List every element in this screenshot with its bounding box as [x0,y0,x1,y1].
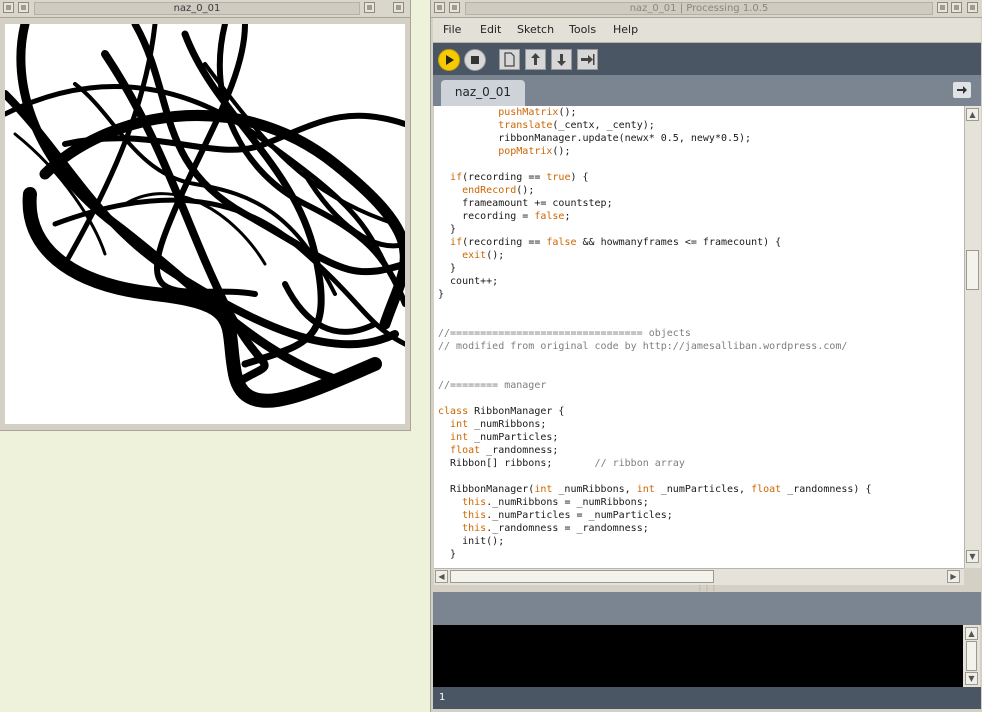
run-button[interactable] [438,49,460,71]
minimize-icon[interactable] [364,2,375,13]
menu-help[interactable]: Help [613,23,638,36]
stop-button[interactable] [464,49,486,71]
new-button[interactable] [499,49,520,70]
console-scroll-thumb[interactable] [966,641,977,671]
ide-window-title: naz_0_01 | Processing 1.0.5 [465,2,933,15]
code-line: init(); [438,536,505,547]
scroll-right-icon[interactable]: ▶ [947,570,960,583]
close-icon[interactable] [393,2,404,13]
stop-icon [471,56,479,64]
window-menu-icon[interactable] [3,2,14,13]
code-line: } [438,549,457,560]
pane-splitter[interactable]: ⋮⋮⋮ [433,585,981,592]
shade-icon[interactable] [18,2,29,13]
code-line: float _randomness; [450,445,559,456]
code-line: //======== manager [438,380,547,391]
minimize-icon[interactable] [937,2,948,13]
run-icon [446,55,454,65]
tab-naz-0-01[interactable]: naz_0_01 [441,80,525,106]
code-line: ribbonManager.update(newx* 0.5, newy*0.5… [438,133,752,144]
horizontal-scroll-thumb[interactable] [450,570,714,583]
sketch-window-title: naz_0_01 [34,2,360,15]
vertical-scroll-thumb[interactable] [966,250,979,290]
code-line: class RibbonManager { [438,406,565,417]
code-line: this._numRibbons = _numRibbons; [462,497,649,508]
code-line: if(recording == false && howmanyframes <… [450,237,782,248]
open-button[interactable] [525,49,546,70]
arrow-right-icon [957,86,967,94]
menu-bar: File Edit Sketch Tools Help [433,18,981,43]
code-line: exit(); [462,250,505,261]
code-line: Ribbon[] ribbons; // ribbon array [438,458,685,469]
shade-icon[interactable] [449,2,460,13]
menu-file[interactable]: File [443,23,461,36]
toolbar [433,43,981,75]
console-scroll-down-icon[interactable]: ▼ [965,672,978,685]
horizontal-scrollbar[interactable]: ◀ ▶ [434,568,964,585]
code-text: pushMatrix(); translate(_centx, _centy);… [438,106,872,561]
code-line: endRecord(); [462,185,535,196]
vertical-scrollbar[interactable]: ▲ ▼ [964,106,981,568]
code-line: recording = false; [438,211,571,222]
code-line: //================================ objec… [438,328,691,339]
new-icon [504,52,515,67]
code-line: pushMatrix(); [498,107,577,118]
code-line: this._numParticles = _numParticles; [462,510,673,521]
ide-titlebar[interactable]: naz_0_01 | Processing 1.0.5 [431,0,982,18]
scroll-down-icon[interactable]: ▼ [966,550,979,563]
ribbon-drawing [5,24,405,408]
code-editor[interactable]: pushMatrix(); translate(_centx, _centy);… [434,106,964,568]
maximize-icon[interactable] [951,2,962,13]
close-icon[interactable] [967,2,978,13]
code-line: if(recording == true) { [450,172,589,183]
code-line: } [438,224,457,235]
menu-edit[interactable]: Edit [480,23,501,36]
tab-bar: naz_0_01 [433,75,981,106]
export-icon [581,54,595,65]
message-area [433,592,981,625]
scroll-up-icon[interactable]: ▲ [966,108,979,121]
code-line: popMatrix(); [498,146,571,157]
code-line: } [438,289,445,300]
code-line: frameamount += countstep; [438,198,613,209]
sketch-window: naz_0_01 [0,0,411,431]
code-line: count++; [438,276,499,287]
code-line: int _numParticles; [450,432,559,443]
menu-tools[interactable]: Tools [569,23,596,36]
ide-window: naz_0_01 | Processing 1.0.5 File Edit Sk… [430,0,982,712]
sketch-titlebar[interactable]: naz_0_01 [0,0,410,18]
code-line: this._randomness = _randomness; [462,523,649,534]
code-line: // modified from original code by http:/… [438,341,848,352]
console-scrollbar[interactable]: ▲ ▼ [963,625,980,687]
line-number: 1 [439,692,446,703]
code-line: } [438,263,457,274]
open-icon [531,53,540,65]
scroll-left-icon[interactable]: ◀ [435,570,448,583]
code-line: translate(_centx, _centy); [498,120,655,131]
export-button[interactable] [577,49,598,70]
menu-sketch[interactable]: Sketch [517,23,554,36]
tab-menu-button[interactable] [953,82,971,98]
save-button[interactable] [551,49,572,70]
window-menu-icon[interactable] [434,2,445,13]
console-scroll-up-icon[interactable]: ▲ [965,627,978,640]
save-icon [557,54,566,66]
status-bar: 1 [433,687,981,709]
sketch-canvas[interactable] [5,24,405,424]
console-output[interactable] [433,625,963,687]
code-line: RibbonManager(int _numRibbons, int _numP… [438,484,872,495]
code-line: int _numRibbons; [450,419,547,430]
